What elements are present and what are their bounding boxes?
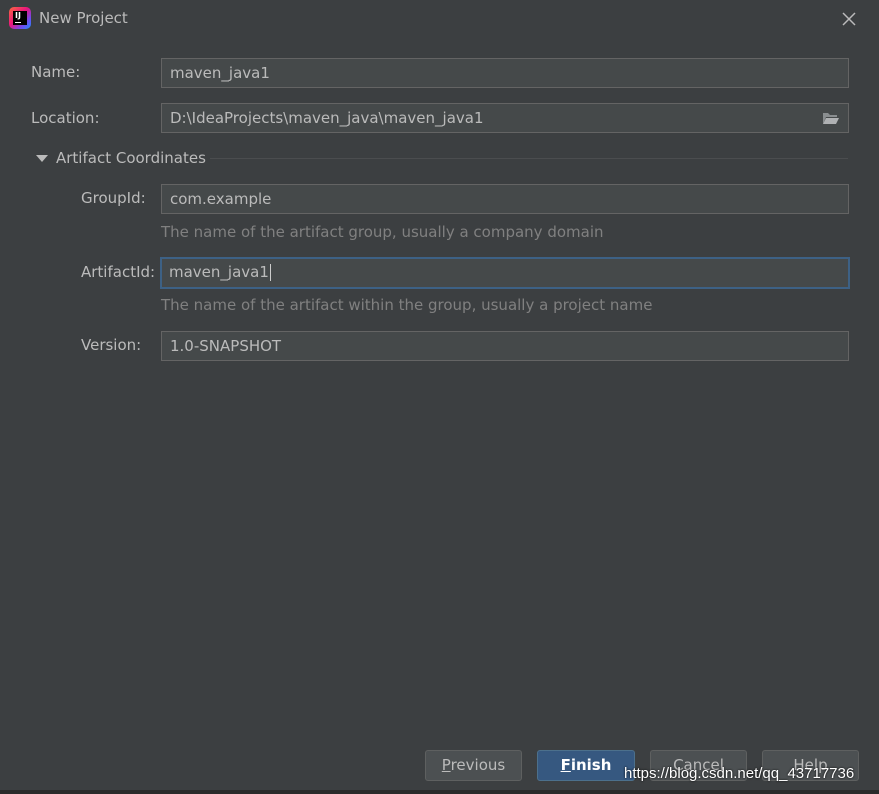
folder-icon[interactable] — [822, 111, 840, 125]
previous-button[interactable]: Previous — [425, 750, 522, 781]
artifact-id-label: ArtifactId: — [81, 263, 156, 281]
artifact-id-input[interactable]: maven_java1 — [160, 257, 850, 289]
previous-label: revious — [450, 756, 506, 774]
intellij-idea-icon: IJ — [9, 7, 31, 29]
version-label: Version: — [81, 336, 142, 354]
artifact-coordinates-label: Artifact Coordinates — [56, 149, 206, 167]
finish-button[interactable]: Finish — [537, 750, 635, 781]
artifact-id-value: maven_java1 — [169, 263, 269, 281]
chevron-down-icon — [36, 155, 48, 162]
section-divider — [210, 158, 848, 159]
name-input[interactable]: maven_java1 — [161, 58, 849, 88]
group-id-hint: The name of the artifact group, usually … — [161, 223, 604, 241]
title-bar: IJ New Project — [0, 0, 879, 38]
location-value: D:\IdeaProjects\maven_java\maven_java1 — [170, 109, 484, 127]
watermark-text: https://blog.csdn.net/qq_43717736 — [624, 765, 855, 782]
window-title: New Project — [39, 9, 128, 27]
group-id-label: GroupId: — [81, 189, 146, 207]
version-input[interactable]: 1.0-SNAPSHOT — [161, 331, 849, 361]
finish-label: inish — [570, 756, 612, 774]
bottom-edge — [0, 790, 879, 794]
location-input[interactable]: D:\IdeaProjects\maven_java\maven_java1 — [161, 103, 849, 133]
text-caret — [269, 264, 271, 281]
location-label: Location: — [31, 109, 100, 127]
group-id-input[interactable]: com.example — [161, 184, 849, 214]
artifact-id-hint: The name of the artifact within the grou… — [161, 296, 653, 314]
finish-mnemonic: F — [560, 756, 571, 774]
close-icon[interactable] — [836, 6, 862, 32]
name-label: Name: — [31, 63, 81, 81]
previous-mnemonic: P — [441, 756, 451, 774]
